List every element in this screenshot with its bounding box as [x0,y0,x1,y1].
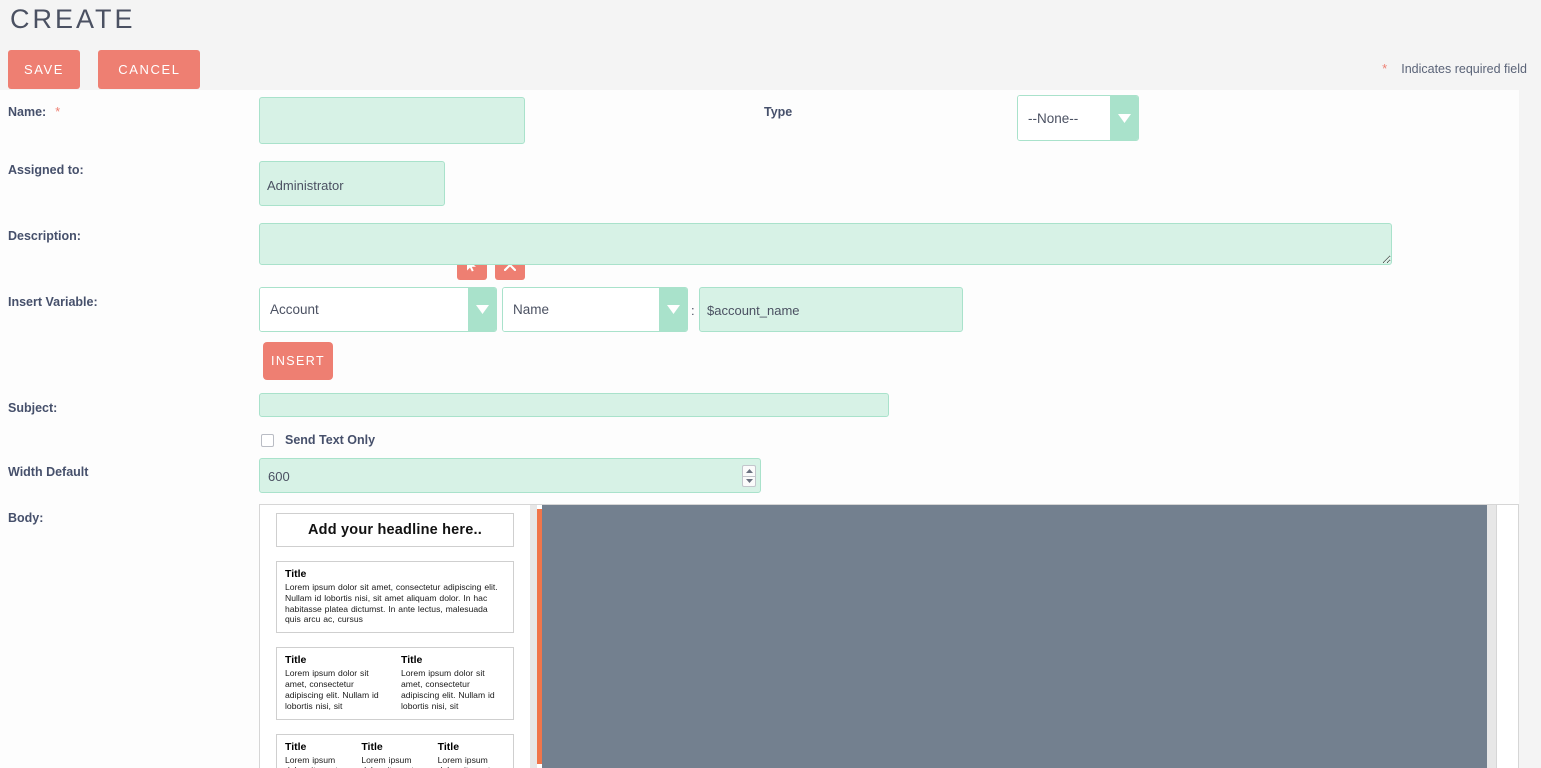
name-required-asterisk-icon: * [55,105,61,119]
chevron-down-icon[interactable] [659,288,687,331]
template-column: Title Lorem ipsum dolor sit amet, consec… [401,654,505,711]
template-column-title: Title [437,740,460,753]
send-text-only-row[interactable]: Send Text Only [261,433,375,447]
editor-right-panel[interactable] [1496,505,1518,768]
editor-pane-divider [530,505,537,768]
description-textarea[interactable] [259,223,1392,265]
template-column-title: Title [361,740,383,753]
width-default-stepper[interactable] [742,464,756,487]
required-field-note: * Indicates required field [1382,61,1527,76]
type-select-value: --None-- [1018,96,1110,140]
stepper-down-icon[interactable] [742,475,756,487]
template-column-text: Lorem ipsum dolor sit amet, consectetur … [361,754,416,768]
name-label: Name: * [8,105,61,119]
template-column-title: Title [285,740,307,753]
body-editor: Add your headline here.. Title Lorem ips… [259,504,1519,768]
template-column: Title Lorem ipsum dolor sit amet, consec… [285,741,352,768]
stepper-up-icon[interactable] [742,464,756,476]
assigned-to-label: Assigned to: [8,163,84,177]
width-default-label: Width Default [8,465,89,479]
subject-input[interactable] [259,393,889,417]
description-label: Description: [8,229,81,243]
insert-variable-separator: : [691,303,695,318]
cancel-button[interactable]: CANCEL [98,50,201,89]
width-default-field: 600 [259,458,761,493]
insert-variable-label: Insert Variable: [8,295,98,309]
template-column-title: Title [285,654,307,667]
template-column-text: Lorem ipsum dolor sit amet, consectetur … [401,668,495,711]
save-button[interactable]: SAVE [8,50,80,89]
send-text-only-label: Send Text Only [285,433,376,447]
insert-variable-field-select[interactable]: Name [502,287,688,332]
template-column-text: Lorem ipsum dolor sit amet, consectetur … [437,754,493,768]
email-canvas[interactable] [542,505,1487,768]
template-block-one-column[interactable]: Title Lorem ipsum dolor sit amet, consec… [276,561,514,634]
assigned-to-input[interactable] [259,161,445,206]
page-title: CREATE [10,4,136,34]
template-block-three-column[interactable]: Title Lorem ipsum dolor sit amet, consec… [276,733,514,768]
insert-variable-field-value: Name [503,288,659,331]
insert-variable-output-input[interactable] [699,287,963,332]
template-column-title: Title [285,568,307,580]
insert-variable-module-select[interactable]: Account [259,287,497,332]
type-select[interactable]: --None-- [1017,95,1139,141]
template-column-text: Lorem ipsum dolor sit amet, consectetur … [285,754,340,768]
required-note-text: Indicates required field [1401,62,1527,76]
template-column: Title Lorem ipsum dolor sit amet, consec… [438,741,505,768]
insert-variable-module-value: Account [260,288,468,331]
template-column: Title Lorem ipsum dolor sit amet, consec… [285,568,505,625]
subject-label: Subject: [8,401,58,415]
name-input[interactable] [259,97,525,144]
template-column-text: Lorem ipsum dolor sit amet, consectetur … [285,668,379,711]
editor-right-gap [1487,505,1496,768]
template-column: Title Lorem ipsum dolor sit amet, consec… [361,741,428,768]
template-headline-text: Add your headline here.. [308,522,482,538]
required-asterisk-icon: * [1382,61,1388,76]
chevron-down-icon[interactable] [1110,96,1138,140]
template-column-text: Lorem ipsum dolor sit amet, consectetur … [285,582,498,625]
insert-button[interactable]: INSERT [263,342,333,380]
type-label: Type [764,105,793,119]
create-email-template-page: CREATE SAVE CANCEL * Indicates required f… [0,0,1541,768]
template-blocks-pane[interactable]: Add your headline here.. Title Lorem ips… [260,505,530,768]
body-label: Body: [8,511,44,525]
template-block-headline[interactable]: Add your headline here.. [276,513,514,547]
send-text-only-checkbox[interactable] [261,433,274,447]
template-block-two-column[interactable]: Title Lorem ipsum dolor sit amet, consec… [276,647,514,720]
template-column: Title Lorem ipsum dolor sit amet, consec… [285,654,389,711]
chevron-down-icon[interactable] [468,288,496,331]
template-column-title: Title [401,654,423,667]
width-default-input[interactable] [259,458,761,493]
action-button-bar: SAVE CANCEL [8,50,201,89]
